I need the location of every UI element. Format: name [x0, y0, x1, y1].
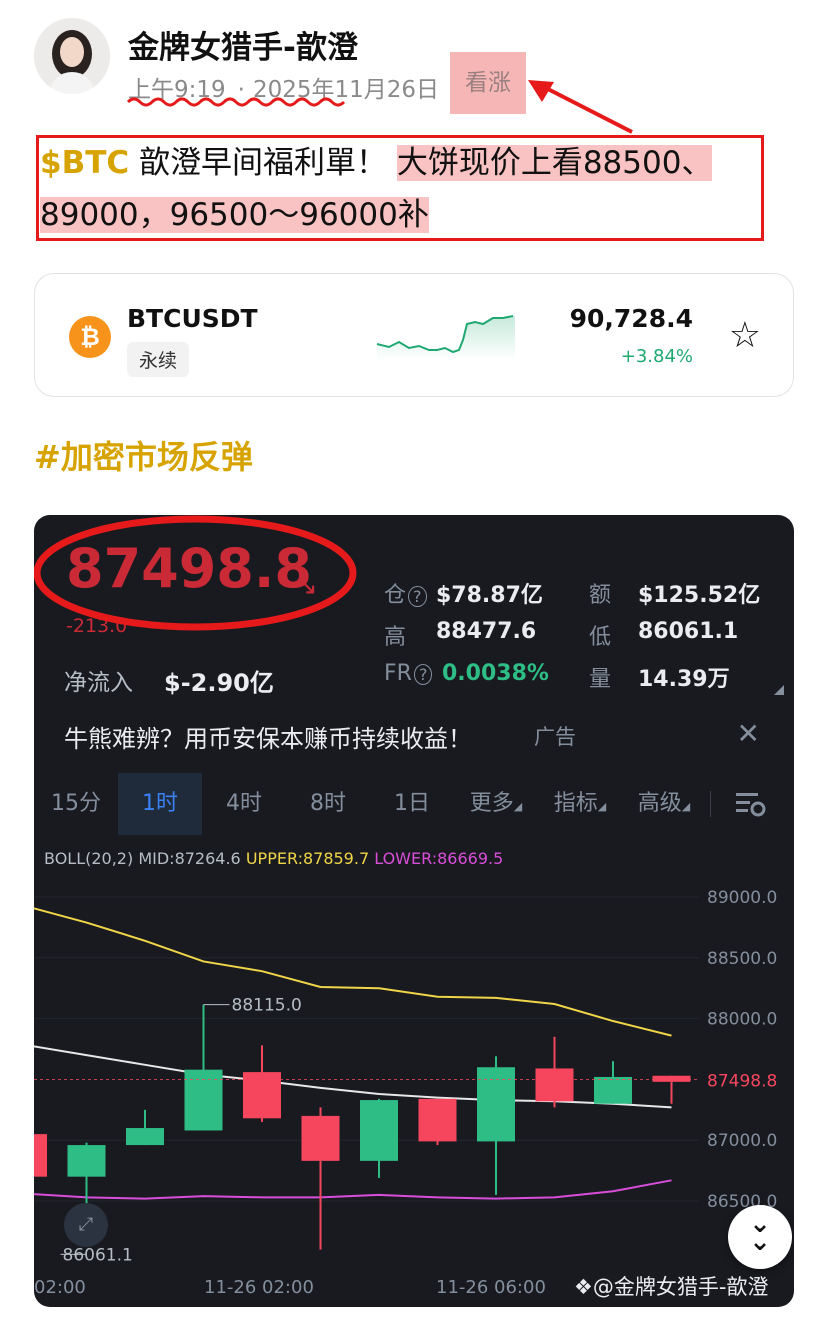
high-label: 高 [384, 625, 407, 650]
author-name[interactable]: 金牌女猎手-歆澄 [128, 22, 358, 67]
info-icon[interactable]: ? [408, 586, 427, 607]
ad-banner[interactable]: 牛熊难辨？用币安保本赚币持续收益！ 广告 ✕ [34, 711, 794, 763]
candle-body [418, 1098, 457, 1142]
candlestick-chart[interactable]: 89000.088500.088000.087000.086500.087498… [34, 865, 794, 1275]
post-text-line-2: 89000，96500～96000补 [40, 192, 429, 238]
author-avatar[interactable] [34, 18, 110, 94]
y-tick-label: 88500.0 [707, 949, 777, 969]
y-tick-label: 89000.0 [707, 888, 777, 908]
low-label: 低 [589, 625, 612, 650]
net-inflow-label: 净流入 [64, 670, 133, 696]
candle-body [301, 1115, 340, 1161]
open-interest-label: 仓? [384, 577, 427, 609]
sentiment-badge: 看涨 [450, 52, 526, 114]
ad-tag: 广告 [534, 725, 576, 749]
double-chevron-down-icon: ⌄ ⌄ [749, 1209, 771, 1257]
candle-body [67, 1145, 106, 1177]
y-tick-label: 88000.0 [707, 1010, 777, 1030]
y-tick-label: 87000.0 [707, 1131, 777, 1151]
red-arrow-annotation [528, 80, 633, 134]
candle-body [360, 1100, 398, 1161]
tab-1h[interactable]: 1时 [118, 773, 202, 835]
post-text-highlight: 89000，96500～96000补 [40, 197, 429, 233]
bitcoin-icon: ₿ [69, 316, 111, 358]
tab-1d[interactable]: 1日 [370, 773, 454, 835]
candle-body [34, 1134, 47, 1177]
market-chart-panel: 87498.8 ↘ -213.0 仓? $78.87亿 额 $125.52亿 高… [34, 515, 794, 1307]
hashtag-link[interactable]: #加密市场反弹 [34, 432, 253, 478]
net-inflow-value: $-2.90亿 [164, 669, 274, 697]
red-ellipse-annotation [34, 515, 357, 631]
time-axis-label: 02:00 [34, 1277, 86, 1298]
ad-text[interactable]: 牛熊难辨？用币安保本赚币持续收益！ [64, 719, 472, 754]
ticker-pair: BTCUSDT [127, 304, 258, 333]
fullscreen-icon[interactable]: ⤢ [64, 1203, 108, 1247]
binance-logo-icon: ❖ [574, 1275, 593, 1299]
high-value: 88477.6 [436, 619, 537, 644]
tab-advanced[interactable]: 高级◢ [622, 773, 706, 835]
info-icon[interactable]: ? [413, 664, 433, 685]
time-axis-label: 11-26 06:00 [436, 1277, 546, 1298]
low-marker-label: 86061.1 [63, 1245, 133, 1265]
close-icon[interactable]: ✕ [737, 717, 760, 750]
time-axis-label: 11-26 02:00 [204, 1277, 314, 1298]
chart-settings-icon[interactable] [734, 789, 766, 819]
interval-tabs: 15分 1时 4时 8时 1日 更多◢ 指标◢ 高级◢ [34, 773, 794, 835]
tab-15m[interactable]: 15分 [34, 773, 118, 835]
current-price-label: 87498.8 [707, 1072, 777, 1092]
tab-more[interactable]: 更多◢ [454, 773, 538, 835]
post-text-line-1: $BTC 歆澄早间福利單！ 大饼现价上看88500、 [40, 140, 713, 186]
volume-label: 量 [589, 667, 612, 692]
ticker-card[interactable]: ₿ BTCUSDT 永续 90,728.4 +3.84% ☆ [34, 273, 794, 397]
post-text: 歆澄早间福利單！ [138, 145, 387, 181]
candle-body [652, 1075, 691, 1082]
tab-divider [710, 791, 711, 817]
funding-rate-value: 0.0038% [442, 661, 549, 686]
ticker-price: 90,728.4 [569, 304, 693, 333]
candle-body [126, 1128, 164, 1146]
turnover-value: $125.52亿 [638, 583, 761, 608]
candle-body [535, 1068, 574, 1102]
open-interest-value: $78.87亿 [436, 583, 543, 608]
low-value: 86061.1 [638, 619, 739, 644]
contract-type-badge: 永续 [127, 342, 190, 377]
candle-body [477, 1067, 515, 1142]
price-sparkline [376, 315, 515, 360]
tab-indicators[interactable]: 指标◢ [538, 773, 622, 835]
high-marker-label: 88115.0 [232, 996, 302, 1016]
expand-stats-icon[interactable] [774, 685, 784, 695]
star-icon[interactable]: ☆ [729, 318, 761, 354]
funding-rate-label: FR? [384, 661, 433, 686]
scroll-down-button[interactable]: ⌄ ⌄ [728, 1205, 792, 1269]
candle-body [243, 1072, 281, 1119]
boll-lower-band [34, 1179, 672, 1200]
tab-4h[interactable]: 4时 [202, 773, 286, 835]
cashtag-link[interactable]: $BTC [40, 145, 129, 181]
tab-8h[interactable]: 8时 [286, 773, 370, 835]
turnover-label: 额 [589, 583, 612, 608]
boll-upper-band [34, 907, 672, 1037]
candle-body [594, 1076, 632, 1104]
candle-body [184, 1069, 223, 1131]
watermark: ❖@金牌女猎手-歆澄 [574, 1275, 769, 1299]
post-text-highlight: 大饼现价上看88500、 [396, 145, 713, 181]
ticker-change: +3.84% [620, 346, 693, 367]
red-squiggle-annotation [126, 97, 346, 107]
volume-value: 14.39万 [638, 667, 730, 692]
boll-mid-band [34, 1045, 672, 1109]
